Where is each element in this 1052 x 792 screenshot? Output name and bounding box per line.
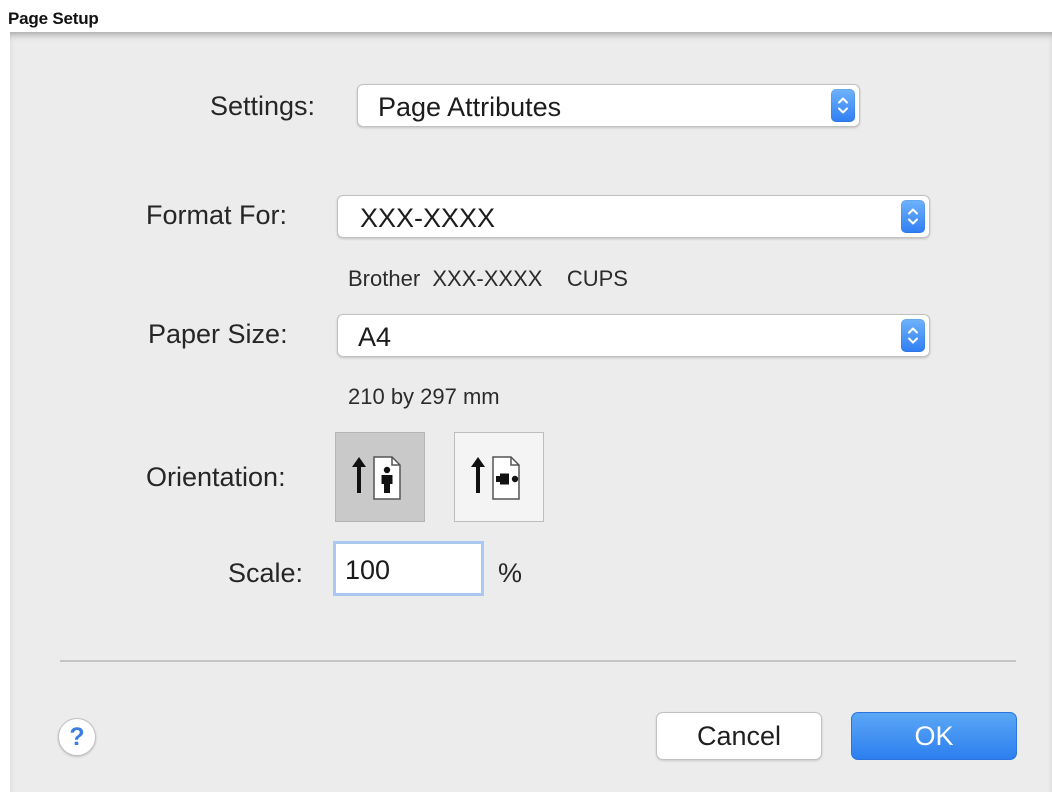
ok-button[interactable]: OK [851,712,1017,760]
settings-stepper-icon [831,89,855,122]
paper-size-popup[interactable]: A4 [337,314,930,357]
format-for-label: Format For: [146,200,288,230]
settings-popup[interactable]: Page Attributes [357,84,860,127]
portrait-orientation-icon [352,456,401,500]
printer-description: Brother XXX-XXXX CUPS [348,266,628,291]
page: Page Setup Settings: Page Attributes For… [0,0,1052,792]
settings-label: Settings: [210,91,316,121]
paper-size-label: Paper Size: [148,319,288,349]
page-setup-sheet: Settings: Page Attributes Format For: XX… [10,32,1052,792]
orientation-label: Orientation: [146,462,286,492]
paper-size-value: A4 [358,322,392,352]
landscape-orientation-icon [471,456,520,500]
settings-value: Page Attributes [378,92,562,122]
landscape-orientation-button[interactable] [454,432,544,522]
scale-label: Scale: [228,558,304,588]
format-for-value: XXX-XXXX [360,203,496,233]
format-for-stepper-icon [901,200,925,233]
portrait-orientation-button[interactable] [335,432,425,522]
document-title: Page Setup [8,9,99,28]
format-for-popup[interactable]: XXX-XXXX [337,195,930,238]
scale-input[interactable]: 100 [333,541,484,596]
divider [60,660,1016,662]
scale-unit: % [498,558,523,588]
paper-size-stepper-icon [901,319,925,352]
help-button[interactable]: ? [58,718,96,756]
paper-dimensions: 210 by 297 mm [348,384,500,409]
cancel-button[interactable]: Cancel [656,712,822,760]
